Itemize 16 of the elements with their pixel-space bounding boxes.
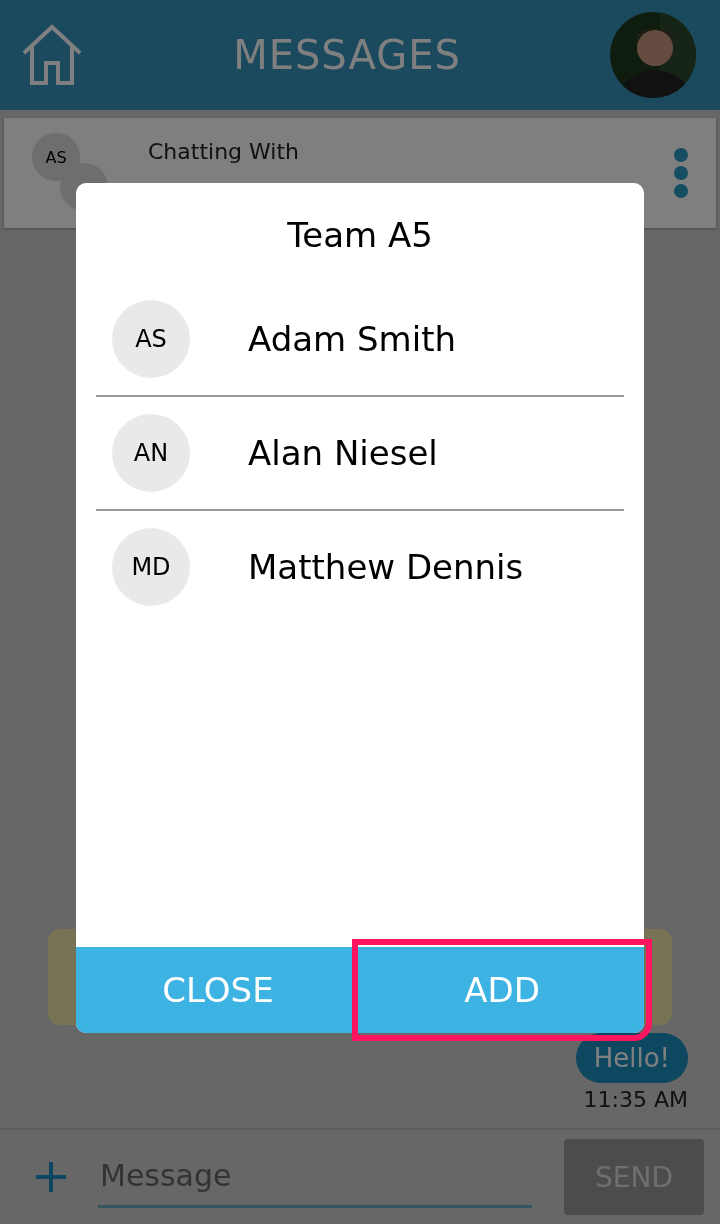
dialog-title: Team A5 <box>286 214 434 257</box>
member-avatar: AN <box>112 414 190 492</box>
plus-icon[interactable] <box>36 1162 66 1192</box>
message-bubble: Hello! <box>575 1033 688 1083</box>
member-avatar: AS <box>112 300 190 378</box>
message-time: 11:35 AM <box>583 1087 688 1112</box>
chatting-label: Chatting With <box>148 138 300 164</box>
dialog-button[interactable]: CLOSE <box>76 947 360 1033</box>
member-avatar: AS <box>32 133 80 181</box>
more-icon[interactable] <box>674 148 688 198</box>
member-name: Alan Niesel <box>248 433 438 473</box>
member-avatar: MD <box>112 528 190 606</box>
home-icon[interactable] <box>20 23 84 87</box>
member-name: Matthew Dennis <box>248 547 524 587</box>
page-title: MESSAGES <box>233 32 461 78</box>
member-name: Adam Smith <box>248 319 457 359</box>
